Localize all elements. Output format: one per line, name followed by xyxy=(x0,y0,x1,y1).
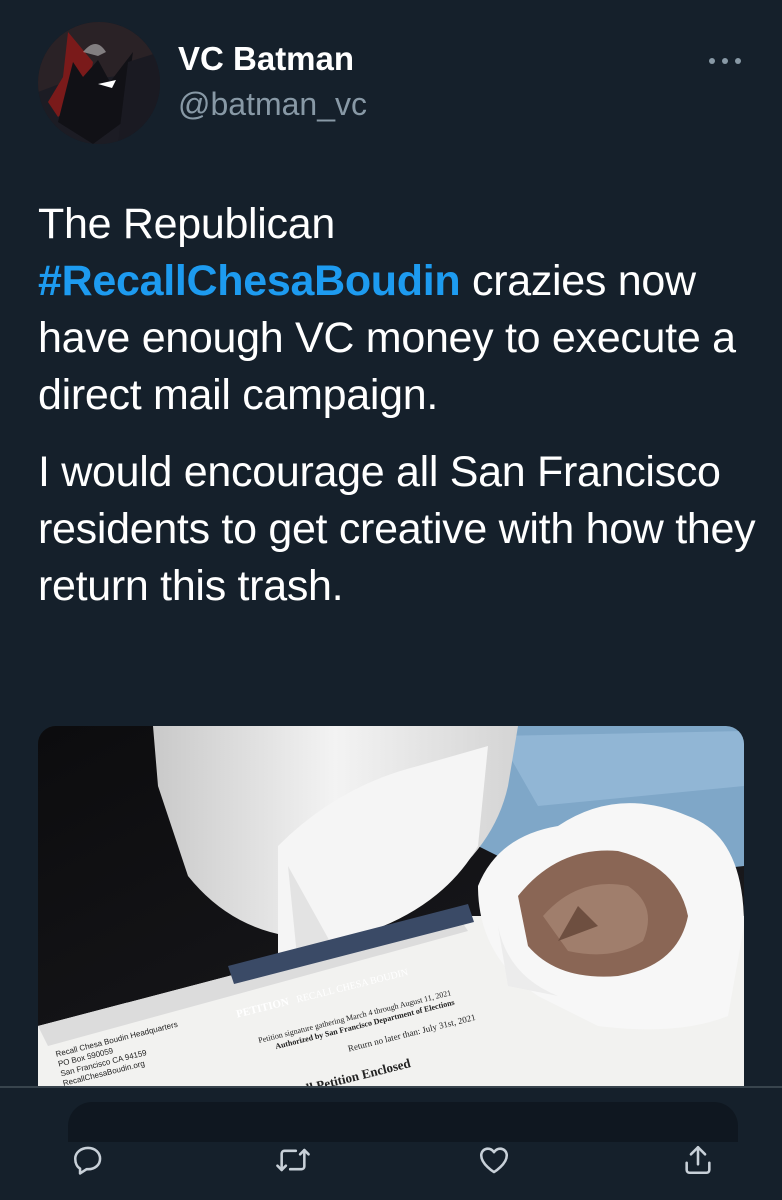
reply-icon xyxy=(73,1146,102,1175)
share-button[interactable] xyxy=(670,1132,726,1188)
display-name[interactable]: VC Batman xyxy=(178,40,354,78)
share-icon xyxy=(685,1145,711,1175)
retweet-button[interactable] xyxy=(265,1132,321,1188)
tweet-text: The Republican #RecallChesaBoudin crazies… xyxy=(38,196,758,635)
hashtag-link[interactable]: #RecallChesaBoudin xyxy=(38,257,461,305)
divider xyxy=(0,1086,782,1088)
like-icon xyxy=(479,1147,509,1174)
tweet-text-line1: The Republican xyxy=(38,200,335,248)
action-bar xyxy=(0,1132,782,1188)
retweet-icon xyxy=(276,1148,310,1172)
tweet-photo[interactable]: PETITION RECALL CHESA BOUDIN Petition si… xyxy=(38,726,744,1086)
reply-button[interactable] xyxy=(60,1132,116,1188)
user-handle[interactable]: @batman_vc xyxy=(178,86,367,123)
like-button[interactable] xyxy=(466,1132,522,1188)
more-button[interactable] xyxy=(700,46,750,76)
batman-avatar-image xyxy=(38,22,160,144)
avatar[interactable] xyxy=(38,22,160,144)
tweet-paragraph-1: The Republican #RecallChesaBoudin crazies… xyxy=(38,196,758,424)
more-icon xyxy=(709,58,741,64)
tweet-paragraph-2: I would encourage all San Francisco resi… xyxy=(38,448,756,610)
petition-photo: PETITION RECALL CHESA BOUDIN Petition si… xyxy=(38,726,744,1086)
